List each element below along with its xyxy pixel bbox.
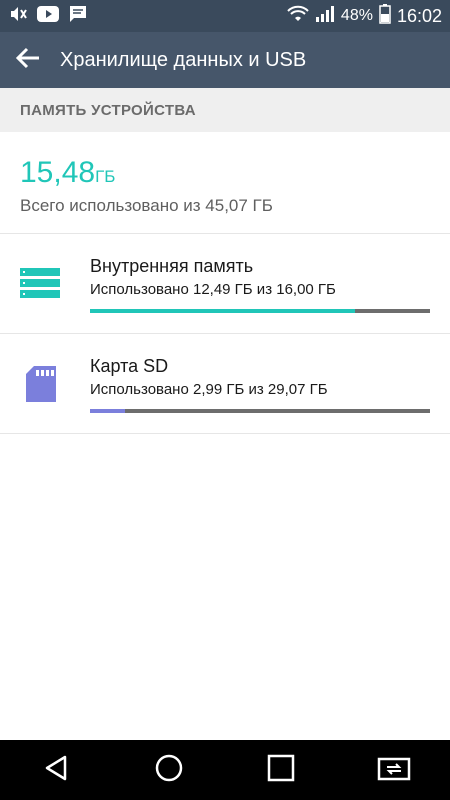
status-bar: 48% 16:02 — [0, 0, 450, 32]
battery-percent: 48% — [340, 7, 373, 24]
storage-item-subtitle: Использовано 2,99 ГБ из 29,07 ГБ — [90, 381, 328, 398]
app-bar: Хранилище данных и USB — [0, 32, 450, 88]
recents-icon — [266, 753, 296, 788]
wifi-icon — [287, 5, 309, 28]
nav-back-button[interactable] — [26, 740, 86, 800]
youtube-icon — [36, 5, 60, 28]
usage-bar — [90, 409, 430, 413]
section-header-label: ПАМЯТЬ УСТРОЙСТВА — [20, 101, 196, 119]
usage-bar-fill — [90, 309, 356, 313]
signal-icon — [315, 5, 335, 28]
total-used-text: Всего использовано из 45,07 ГБ — [20, 196, 273, 215]
section-header: ПАМЯТЬ УСТРОЙСТВА — [0, 88, 450, 132]
storage-item-internal[interactable]: Внутренняя память Использовано 12,49 ГБ … — [0, 234, 450, 334]
nav-home-button[interactable] — [139, 740, 199, 800]
internal-storage-icon — [20, 264, 60, 304]
back-button[interactable] — [0, 32, 56, 88]
usage-bar — [90, 309, 430, 313]
storage-item-subtitle: Использовано 12,49 ГБ из 16,00 ГБ — [90, 281, 336, 298]
back-icon — [41, 753, 71, 788]
nav-recents-button[interactable] — [251, 740, 311, 800]
usage-bar-fill — [90, 409, 126, 413]
storage-item-title: Внутренняя память — [90, 256, 254, 276]
clock: 16:02 — [396, 5, 442, 26]
used-value: 15,48 — [20, 156, 96, 189]
arrow-left-icon — [15, 46, 41, 75]
navigation-bar — [0, 740, 450, 800]
storage-item-title: Карта SD — [90, 356, 169, 376]
used-unit: ГБ — [95, 167, 116, 186]
message-icon — [68, 4, 88, 29]
storage-item-sd-card[interactable]: Карта SD Использовано 2,99 ГБ из 29,07 Г… — [0, 334, 450, 434]
page-title: Хранилище данных и USB — [60, 48, 307, 71]
battery-icon — [379, 3, 391, 29]
used-total: 15,48ГБ — [20, 156, 115, 190]
home-icon — [154, 753, 184, 788]
nav-switch-app-button[interactable] — [364, 740, 424, 800]
sd-card-icon — [20, 364, 60, 404]
storage-summary: 15,48ГБ Всего использовано из 45,07 ГБ — [0, 132, 450, 234]
mute-icon — [8, 4, 28, 29]
switch-app-icon — [377, 753, 411, 788]
